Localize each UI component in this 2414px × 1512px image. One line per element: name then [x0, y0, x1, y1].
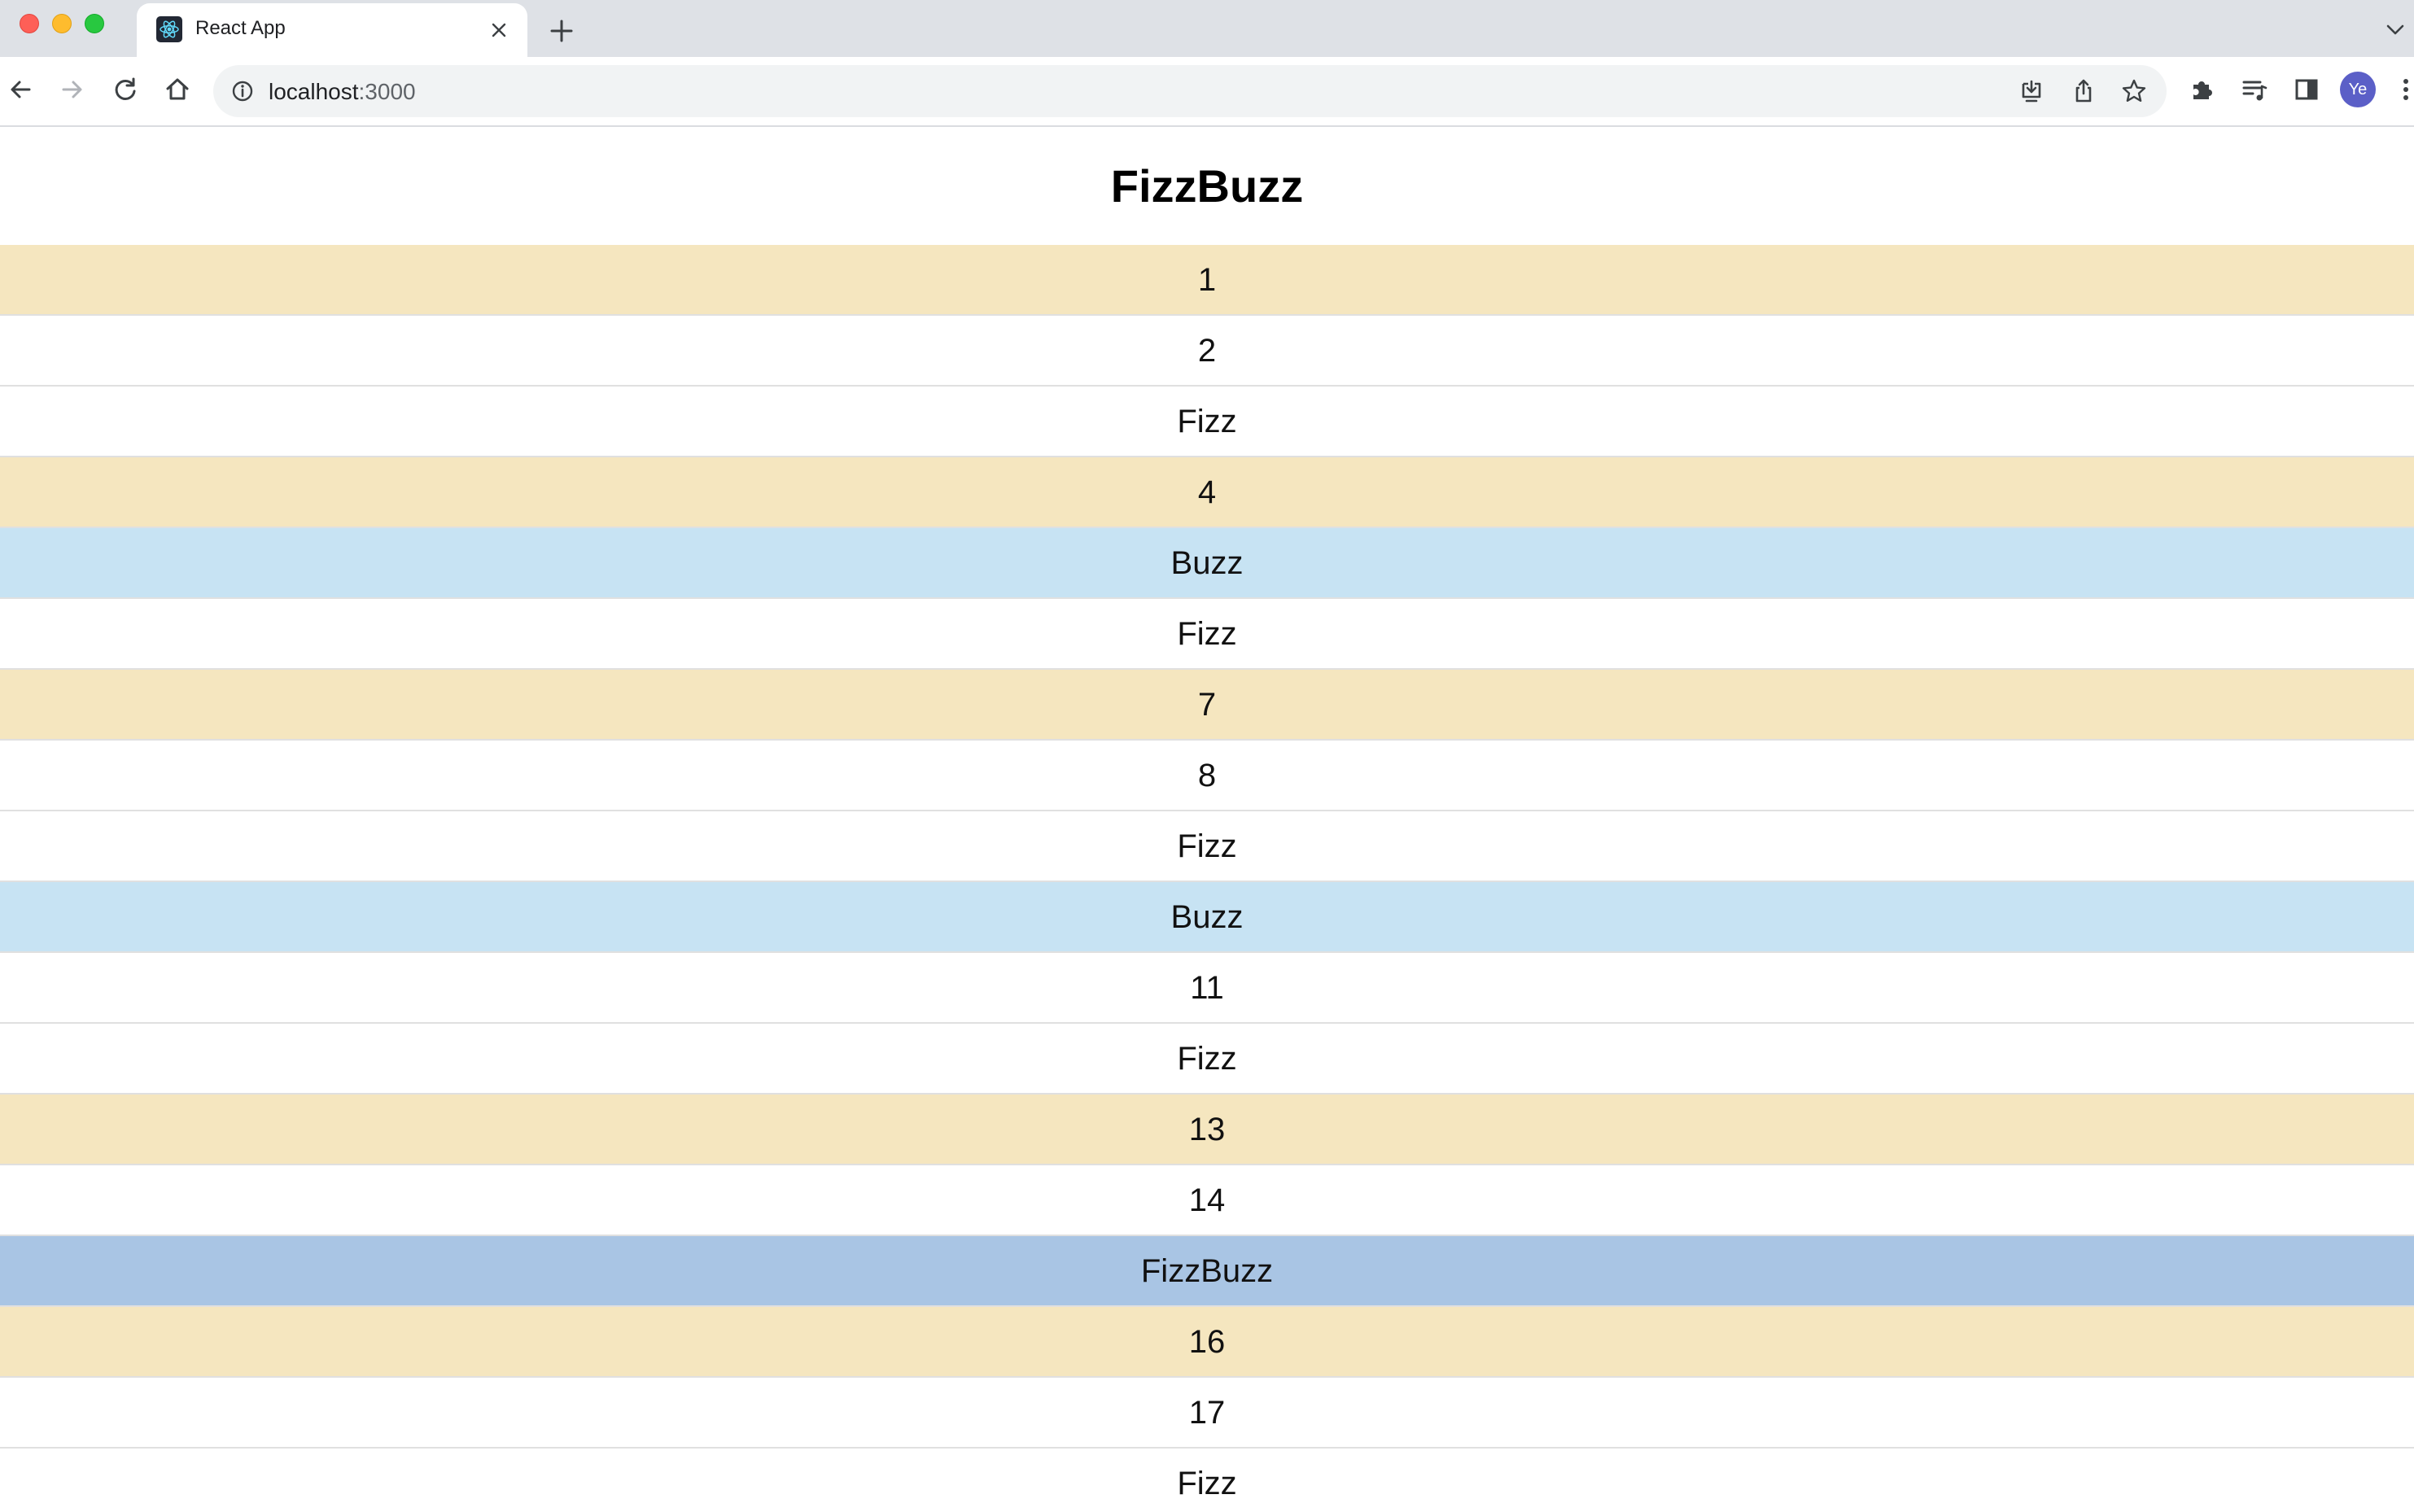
- menu-kebab-icon[interactable]: [2396, 73, 2414, 106]
- list-item: 17: [0, 1378, 2414, 1449]
- list-item: Fizz: [0, 1449, 2414, 1512]
- url-host: localhost: [269, 79, 359, 104]
- site-info-icon[interactable]: [230, 78, 256, 104]
- list-item: 1: [0, 245, 2414, 316]
- tab-title: React App: [195, 17, 286, 39]
- list-item: Fizz: [0, 811, 2414, 882]
- install-app-icon[interactable]: [2017, 76, 2046, 106]
- list-item: 2: [0, 316, 2414, 387]
- url-port: :3000: [358, 79, 416, 104]
- forward-icon[interactable]: [55, 73, 88, 106]
- close-tab-icon[interactable]: [487, 18, 511, 42]
- list-item: 13: [0, 1095, 2414, 1165]
- browser-chrome: React App localhost:3000 Ye: [0, 0, 2414, 127]
- new-tab-icon[interactable]: [547, 16, 576, 46]
- list-item: Fizz: [0, 387, 2414, 457]
- fizzbuzz-list: 1 2 Fizz 4 Buzz Fizz 7 8 Fizz Buzz 11 Fizz 13 14 FizzB…: [0, 245, 2414, 1512]
- back-icon[interactable]: [5, 73, 37, 106]
- share-icon[interactable]: [2069, 76, 2098, 106]
- list-item: Fizz: [0, 1024, 2414, 1095]
- window-close-button[interactable]: [20, 14, 39, 33]
- window-minimize-button[interactable]: [52, 14, 72, 33]
- url-text[interactable]: localhost:3000: [269, 79, 416, 105]
- list-item: 7: [0, 670, 2414, 741]
- chevron-down-icon[interactable]: [2383, 20, 2407, 39]
- reload-icon[interactable]: [109, 73, 142, 106]
- page-title: FizzBuzz: [1110, 160, 1304, 212]
- list-item: Fizz: [0, 599, 2414, 670]
- page-content: FizzBuzz 1 2 Fizz 4 Buzz Fizz 7 8 Fizz Buzz 11 Fizz…: [0, 127, 2414, 1512]
- list-item: Buzz: [0, 882, 2414, 953]
- window-zoom-button[interactable]: [85, 14, 104, 33]
- side-panel-icon[interactable]: [2290, 73, 2323, 106]
- list-item: 8: [0, 741, 2414, 811]
- list-item: Buzz: [0, 528, 2414, 599]
- react-logo-icon: [156, 16, 182, 42]
- list-item: 14: [0, 1165, 2414, 1236]
- list-item: 16: [0, 1307, 2414, 1378]
- list-item: 11: [0, 953, 2414, 1024]
- address-bar[interactable]: localhost:3000: [213, 65, 2167, 117]
- tab-strip: React App: [0, 0, 2414, 57]
- extensions-puzzle-icon[interactable]: [2186, 73, 2219, 106]
- list-item: FizzBuzz: [0, 1236, 2414, 1307]
- list-item: 4: [0, 457, 2414, 528]
- tab-react-app[interactable]: React App: [137, 3, 527, 57]
- browser-toolbar: localhost:3000 Ye: [0, 57, 2414, 127]
- profile-avatar[interactable]: Ye: [2340, 72, 2376, 107]
- reading-list-icon[interactable]: [2238, 73, 2271, 106]
- bookmark-star-icon[interactable]: [2119, 76, 2149, 106]
- home-icon[interactable]: [161, 73, 194, 106]
